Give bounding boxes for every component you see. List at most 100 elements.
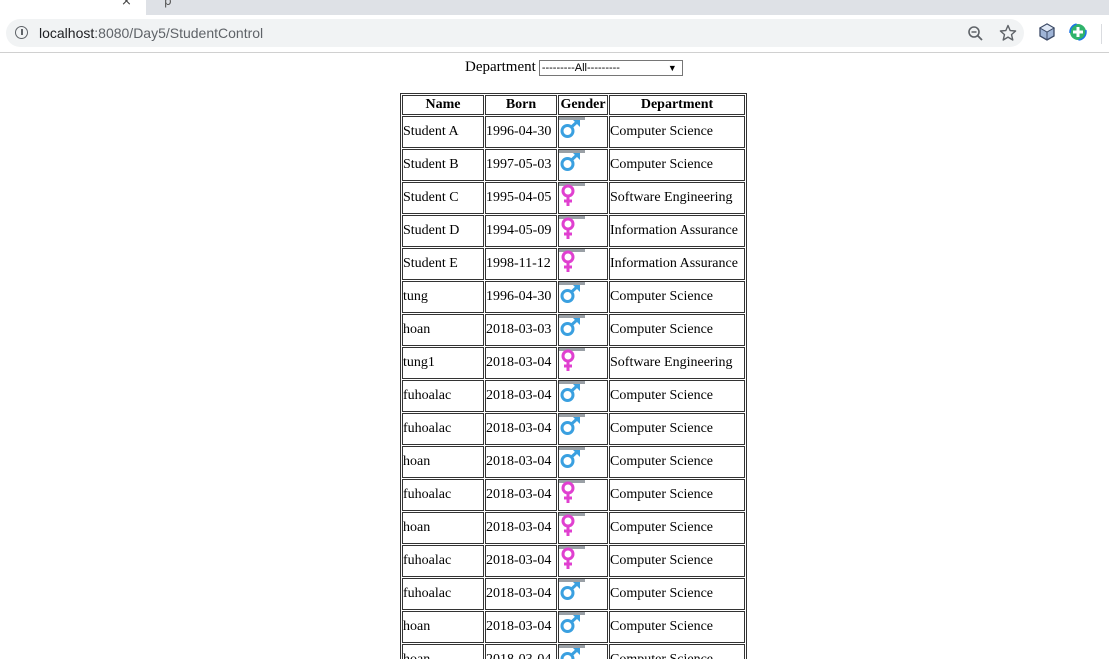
cell-born: 1994-05-09	[485, 215, 557, 247]
cell-department: Computer Science	[609, 446, 745, 478]
toolbar-separator	[1101, 24, 1102, 44]
table-row: hoan2018-03-04 Computer Science	[402, 644, 745, 659]
table-row: fuhoalac 2018-03-04 Computer Science	[402, 479, 745, 511]
cell-name: tung1	[402, 347, 484, 379]
url-path: :8080/Day5/StudentControl	[94, 25, 264, 41]
cell-born: 1995-04-05	[485, 182, 557, 214]
table-row: tung1 2018-03-04 Software Engineering	[402, 347, 745, 379]
table-row: Student E 1998-11-12 Information Assurance	[402, 248, 745, 280]
male-icon	[559, 447, 585, 471]
female-icon	[559, 183, 585, 207]
cell-name: fuhoalac	[402, 545, 484, 577]
table-header-row: Name Born Gender Department	[402, 95, 745, 115]
cell-name: fuhoalac	[402, 380, 484, 412]
cell-born: 2018-03-04	[485, 512, 557, 544]
dropdown-arrow-icon: ▼	[667, 62, 677, 73]
cell-name: Student B	[402, 149, 484, 181]
cell-born: 1996-04-30	[485, 116, 557, 148]
female-icon	[559, 249, 585, 273]
cell-name: Student C	[402, 182, 484, 214]
info-icon[interactable]	[15, 26, 28, 39]
cell-gender	[558, 182, 608, 214]
cell-department: Information Assurance	[609, 248, 745, 280]
active-tab[interactable]: ×	[0, 0, 146, 15]
cell-name: fuhoalac	[402, 479, 484, 511]
table-row: Student D 1994-05-09 Information Assurance	[402, 215, 745, 247]
cell-name: Student E	[402, 248, 484, 280]
cell-name: fuhoalac	[402, 413, 484, 445]
cell-born: 1996-04-30	[485, 281, 557, 313]
cell-gender	[558, 611, 608, 643]
cell-name: hoan	[402, 644, 484, 659]
header-name: Name	[402, 95, 484, 115]
cell-gender	[558, 413, 608, 445]
table-row: tung 1996-04-30 Computer Science	[402, 281, 745, 313]
bookmark-star-icon[interactable]	[999, 24, 1017, 42]
cell-gender	[558, 578, 608, 610]
cell-gender	[558, 545, 608, 577]
zoom-icon[interactable]	[967, 25, 985, 43]
cell-department: Information Assurance	[609, 215, 745, 247]
cell-gender	[558, 380, 608, 412]
cell-department: Software Engineering	[609, 182, 745, 214]
cell-gender	[558, 149, 608, 181]
cell-born: 2018-03-04	[485, 611, 557, 643]
female-icon	[559, 216, 585, 240]
cell-gender	[558, 248, 608, 280]
cell-department: Computer Science	[609, 380, 745, 412]
tab-strip: × p	[0, 0, 1109, 15]
cell-born: 1997-05-03	[485, 149, 557, 181]
cell-name: hoan	[402, 314, 484, 346]
cell-department: Computer Science	[609, 545, 745, 577]
cell-born: 2018-03-04	[485, 479, 557, 511]
cell-gender	[558, 215, 608, 247]
table-row: Student A 1996-04-30 Computer Science	[402, 116, 745, 148]
student-table: Name Born Gender Department Student A 199…	[400, 93, 747, 659]
male-icon	[559, 645, 585, 659]
table-row: hoan2018-03-04 Computer Science	[402, 512, 745, 544]
female-icon	[559, 513, 585, 537]
cell-name: hoan	[402, 512, 484, 544]
cell-born: 2018-03-04	[485, 545, 557, 577]
cell-gender	[558, 479, 608, 511]
cell-gender	[558, 347, 608, 379]
table-row: hoan2018-03-04 Computer Science	[402, 446, 745, 478]
department-label: Department	[465, 59, 536, 75]
cell-born: 2018-03-04	[485, 413, 557, 445]
department-select-value: ---------All---------	[541, 61, 620, 74]
male-icon	[559, 282, 585, 306]
address-bar[interactable]: localhost:8080/Day5/StudentControl	[6, 19, 1024, 47]
tab-close-icon[interactable]: ×	[121, 0, 132, 9]
table-row: Student B 1997-05-03 Computer Science	[402, 149, 745, 181]
next-tab-label[interactable]: p	[164, 0, 172, 8]
cell-department: Software Engineering	[609, 347, 745, 379]
cell-born: 2018-03-04	[485, 578, 557, 610]
extension-plus-icon[interactable]	[1069, 23, 1087, 41]
cell-department: Computer Science	[609, 512, 745, 544]
cell-gender	[558, 512, 608, 544]
table-row: fuhoalac 2018-03-04 Computer Science	[402, 545, 745, 577]
female-icon	[559, 480, 585, 504]
cell-gender	[558, 446, 608, 478]
cell-gender	[558, 281, 608, 313]
department-filter: Department ---------All--------- ▼	[465, 59, 683, 76]
extension-cube-icon[interactable]	[1038, 23, 1056, 41]
url-host: localhost	[39, 25, 95, 41]
female-icon	[559, 546, 585, 570]
cell-name: Student A	[402, 116, 484, 148]
department-select[interactable]: ---------All--------- ▼	[538, 59, 683, 76]
cell-born: 2018-03-03	[485, 314, 557, 346]
cell-gender	[558, 116, 608, 148]
male-icon	[559, 315, 585, 339]
cell-born: 2018-03-04	[485, 380, 557, 412]
table-row: hoan2018-03-04 Computer Science	[402, 611, 745, 643]
male-icon	[559, 612, 585, 636]
cell-department: Computer Science	[609, 611, 745, 643]
table-row: fuhoalac 2018-03-04 Computer Science	[402, 380, 745, 412]
url-text[interactable]: localhost:8080/Day5/StudentControl	[39, 25, 263, 41]
male-icon	[559, 150, 585, 174]
cell-department: Computer Science	[609, 281, 745, 313]
cell-name: tung	[402, 281, 484, 313]
table-row: fuhoalac 2018-03-04 Computer Science	[402, 413, 745, 445]
male-icon	[559, 579, 585, 603]
